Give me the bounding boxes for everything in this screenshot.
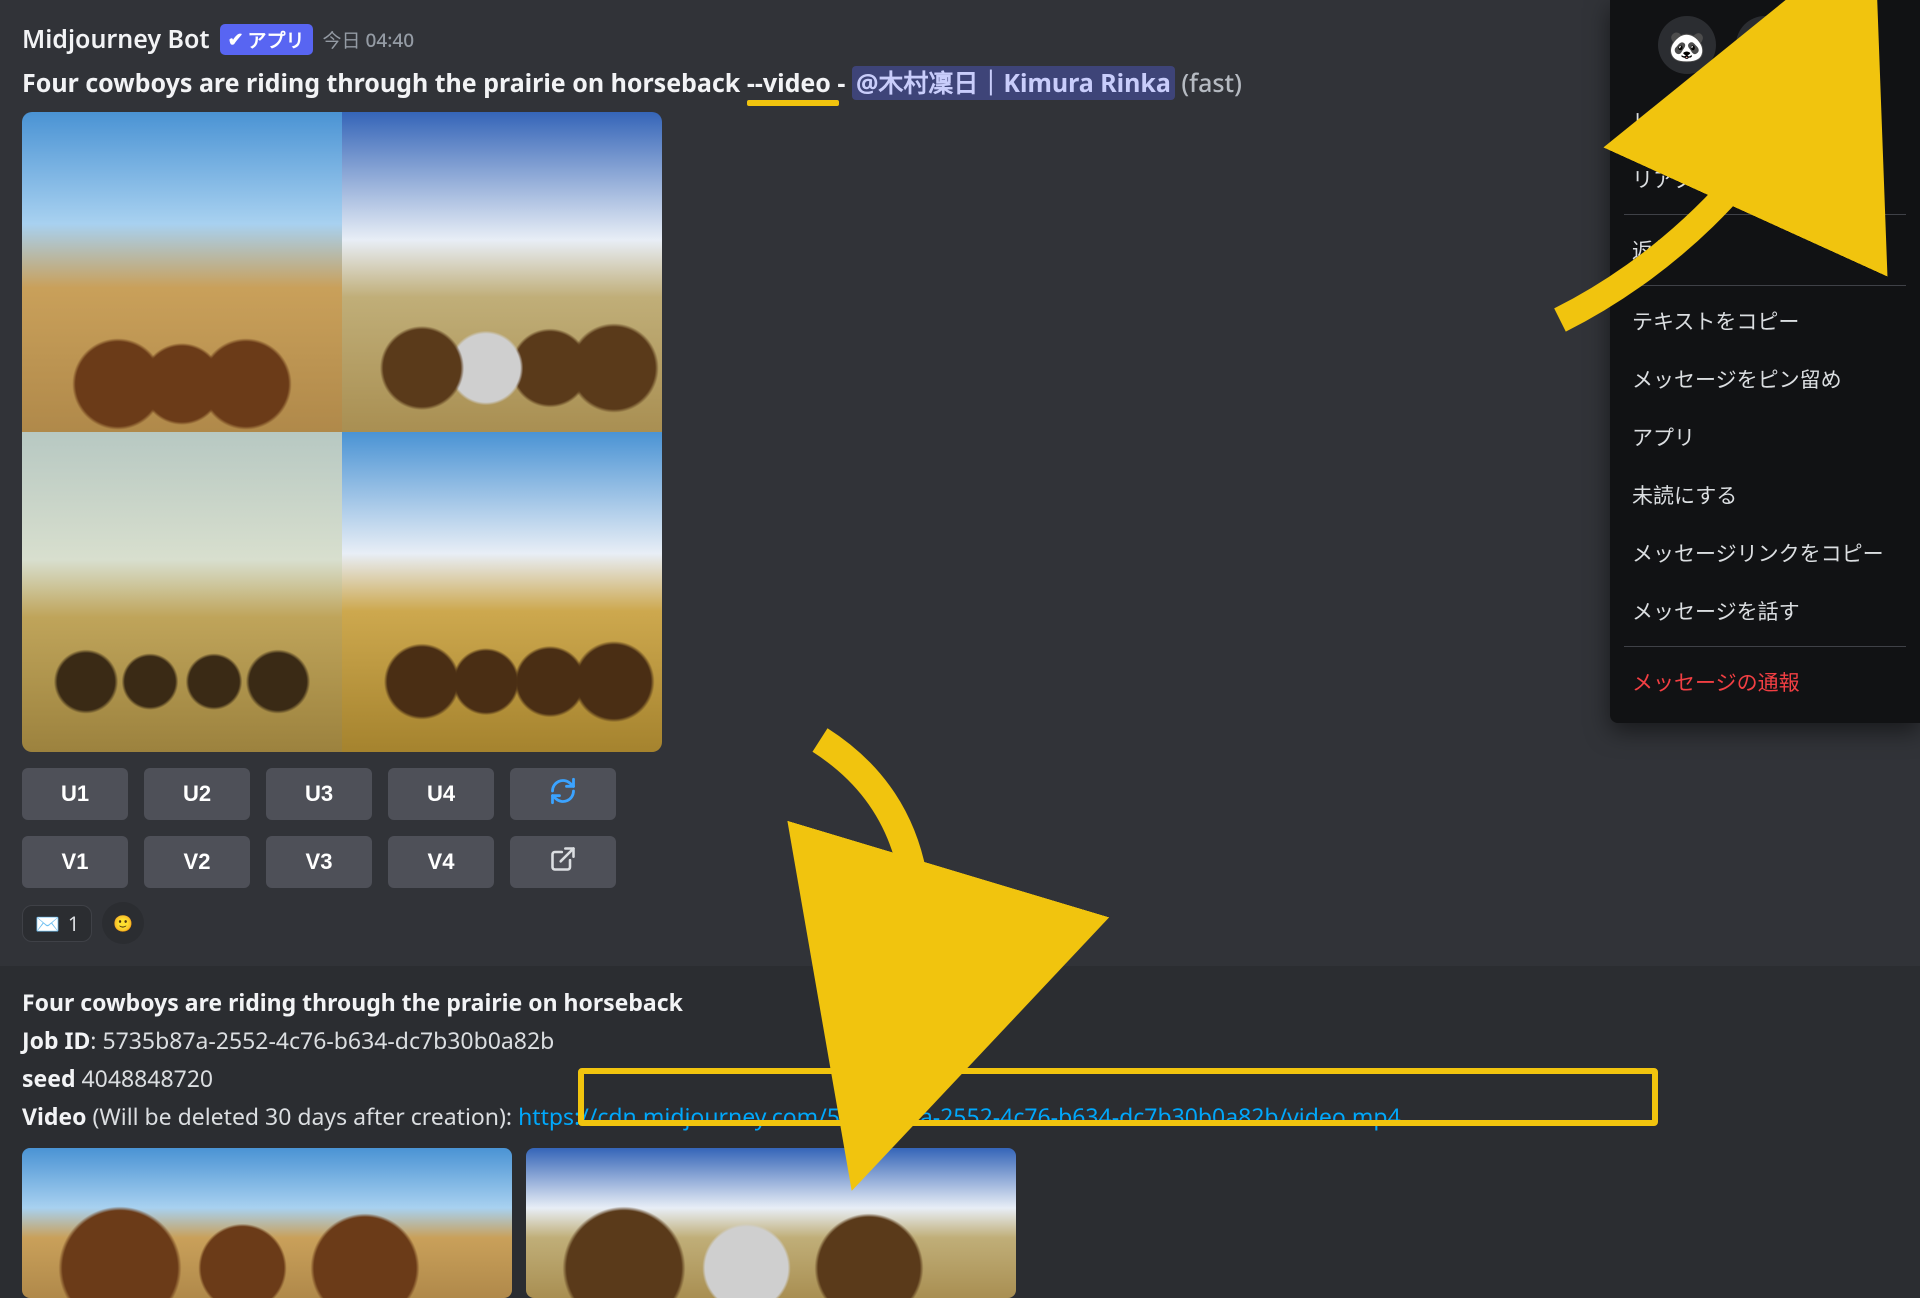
- quick-react-pray[interactable]: 🙏: [1814, 16, 1872, 74]
- ctx-copy-text[interactable]: テキストをコピー: [1610, 292, 1920, 350]
- grid-image-2[interactable]: [342, 112, 662, 432]
- quick-react-envelope[interactable]: ✉️: [1736, 16, 1794, 74]
- ctx-apps[interactable]: アプリ: [1610, 408, 1920, 466]
- ctx-mark-unread[interactable]: 未読にする: [1610, 466, 1920, 524]
- ctx-pin[interactable]: メッセージをピン留め: [1610, 350, 1920, 408]
- reaction-row: ✉️ 1 🙂: [22, 902, 1920, 944]
- ctx-separator: [1624, 646, 1906, 647]
- ctx-separator: [1624, 214, 1906, 215]
- grid-image-3[interactable]: [22, 432, 342, 752]
- reaction-count: 1: [68, 910, 79, 937]
- second-message: Four cowboys are riding through the prai…: [0, 966, 1920, 1298]
- ctx-reply[interactable]: 返信: [1610, 221, 1920, 279]
- refresh-icon: [549, 777, 577, 811]
- video-label: Video: [22, 1100, 86, 1132]
- video-note: (Will be deleted 30 days after creation)…: [86, 1100, 518, 1132]
- v3-button[interactable]: V3: [266, 836, 372, 888]
- panda-icon: 🐼: [1668, 25, 1705, 66]
- v2-button[interactable]: V2: [144, 836, 250, 888]
- quick-react-panda[interactable]: 🐼: [1658, 16, 1716, 74]
- envelope-icon: ✉️: [1746, 25, 1783, 66]
- u1-button[interactable]: U1: [22, 768, 128, 820]
- thumbnail-1[interactable]: [22, 1148, 512, 1298]
- envelope-icon: ✉️: [35, 910, 60, 937]
- seed-value: 4048848720: [76, 1062, 214, 1094]
- image-grid[interactable]: [22, 112, 662, 752]
- u3-button[interactable]: U3: [266, 768, 372, 820]
- thumbnail-2[interactable]: [526, 1148, 1016, 1298]
- context-quick-reactions: 🐼 ✉️ 🙏: [1610, 0, 1920, 92]
- variation-row: V1 V2 V3 V4: [22, 836, 1920, 888]
- u4-button[interactable]: U4: [388, 768, 494, 820]
- grid-image-4[interactable]: [342, 432, 662, 752]
- ctx-show-reaction[interactable]: リアクションを表示: [1610, 150, 1920, 208]
- fast-label: (fast): [1175, 66, 1242, 100]
- v1-button[interactable]: V1: [22, 836, 128, 888]
- reroll-button[interactable]: [510, 768, 616, 820]
- ctx-copy-link[interactable]: メッセージリンクをコピー: [1610, 524, 1920, 582]
- check-icon: ✔: [228, 26, 244, 52]
- ctx-add-reaction[interactable]: リアクションを付ける: [1610, 92, 1920, 150]
- app-badge: ✔ アプリ: [220, 24, 313, 55]
- prompt-flag: --video: [747, 66, 831, 100]
- second-title: Four cowboys are riding through the prai…: [22, 986, 1898, 1018]
- pray-icon: 🙏: [1824, 25, 1861, 66]
- grid-image-1[interactable]: [22, 112, 342, 432]
- user-mention[interactable]: @木村凜日｜Kimura Rinka: [852, 66, 1175, 100]
- highlight-underline: [747, 100, 839, 106]
- seed-line: seed 4048848720: [22, 1062, 1898, 1094]
- ctx-report[interactable]: メッセージの通報: [1610, 653, 1920, 711]
- thumbnail-row: [22, 1148, 1898, 1298]
- video-line: Video (Will be deleted 30 days after cre…: [22, 1100, 1898, 1132]
- jobid-value: : 5735b87a-2552-4c76-b634-dc7b30b0a82b: [90, 1024, 554, 1056]
- u2-button[interactable]: U2: [144, 768, 250, 820]
- app-badge-text: アプリ: [248, 26, 305, 53]
- smile-icon: 🙂: [113, 912, 133, 934]
- prompt-dash: -: [831, 66, 852, 100]
- prompt-main: Four cowboys are riding through the prai…: [22, 66, 747, 100]
- v4-button[interactable]: V4: [388, 836, 494, 888]
- add-reaction-button[interactable]: 🙂: [102, 902, 144, 944]
- context-menu: 🐼 ✉️ 🙏 リアクションを付ける リアクションを表示 返信 テキストをコピー …: [1610, 0, 1920, 723]
- jobid-label: Job ID: [22, 1024, 90, 1056]
- message-timestamp: 今日 04:40: [323, 26, 415, 53]
- open-external-button[interactable]: [510, 836, 616, 888]
- seed-label: seed: [22, 1062, 76, 1094]
- upscale-row: U1 U2 U3 U4: [22, 768, 1920, 820]
- ctx-speak[interactable]: メッセージを話す: [1610, 582, 1920, 640]
- envelope-reaction[interactable]: ✉️ 1: [22, 905, 92, 942]
- ctx-separator: [1624, 285, 1906, 286]
- video-url-link[interactable]: https://cdn.midjourney.com/5735b87a-2552…: [518, 1100, 1401, 1132]
- jobid-line: Job ID: 5735b87a-2552-4c76-b634-dc7b30b0…: [22, 1024, 1898, 1056]
- external-link-icon: [549, 845, 577, 879]
- bot-username[interactable]: Midjourney Bot: [22, 22, 210, 56]
